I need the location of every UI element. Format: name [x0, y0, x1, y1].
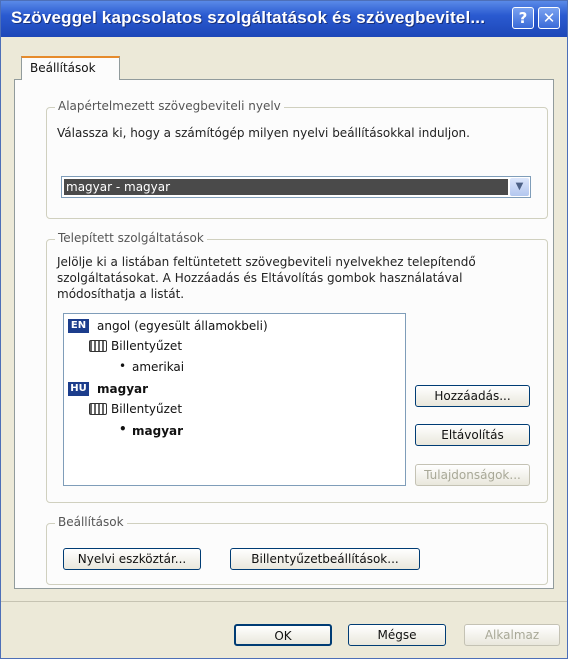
tree-item-hungarian[interactable]: magyar	[97, 381, 148, 397]
language-bar-button[interactable]: Nyelvi eszköztár...	[63, 548, 201, 570]
installed-line-2: szolgáltatásokat. A Hozzáadás és Eltávol…	[57, 271, 463, 285]
key-settings-button[interactable]: Billentyűzetbeállítások...	[230, 548, 420, 570]
installed-services-legend: Telepített szolgáltatások	[55, 231, 207, 245]
tab-settings-label: Beállítások	[30, 61, 96, 75]
footer-divider	[1, 601, 567, 602]
apply-button[interactable]: Alkalmaz	[464, 624, 560, 646]
title-bar[interactable]: Szöveggel kapcsolatos szolgáltatások és …	[1, 1, 567, 37]
window-title: Szöveggel kapcsolatos szolgáltatások és …	[11, 8, 486, 27]
tree-item-english-keyboard[interactable]: Billentyűzet	[111, 338, 182, 354]
tree-item-hungarian-keyboard[interactable]: Billentyűzet	[111, 401, 182, 417]
settings-legend: Beállítások	[55, 515, 127, 529]
properties-button[interactable]: Tulajdonságok...	[415, 464, 530, 486]
tab-settings[interactable]: Beállítások	[21, 56, 120, 80]
chevron-down-icon[interactable]: ▼	[510, 178, 529, 196]
installed-line-3: módosíthatja a listát.	[57, 287, 185, 301]
tree-item-english-layout[interactable]: amerikai	[132, 359, 184, 375]
default-language-select[interactable]: magyar - magyar ▼	[61, 176, 531, 198]
cancel-button[interactable]: Mégse	[348, 624, 446, 646]
default-language-group: Alapértelmezett szövegbeviteli nyelv	[46, 99, 548, 219]
default-language-selected: magyar - magyar	[64, 179, 508, 195]
bullet-icon: •	[119, 359, 127, 373]
tree-item-hungarian-layout[interactable]: magyar	[132, 423, 183, 439]
close-button[interactable]: ✕	[538, 7, 560, 29]
default-language-legend: Alapértelmezett szövegbeviteli nyelv	[55, 99, 284, 113]
language-badge-icon: EN	[68, 319, 89, 333]
dialog-window: Szöveggel kapcsolatos szolgáltatások és …	[0, 0, 568, 659]
help-button[interactable]: ?	[512, 7, 534, 29]
remove-button[interactable]: Eltávolítás	[415, 424, 530, 446]
ok-button[interactable]: OK	[234, 624, 332, 646]
add-button[interactable]: Hozzáadás...	[415, 385, 530, 407]
tree-item-english[interactable]: angol (egyesült államokbeli)	[97, 318, 268, 334]
keyboard-icon	[89, 403, 107, 415]
language-badge-icon: HU	[68, 382, 89, 396]
installed-line-1: Jelölje ki a listában feltüntetett szöve…	[57, 255, 476, 269]
bullet-icon: •	[119, 422, 127, 436]
keyboard-icon	[89, 340, 107, 352]
installed-services-tree[interactable]: EN angol (egyesült államokbeli) Billenty…	[63, 313, 406, 486]
default-language-description: Válassza ki, hogy a számítógép milyen ny…	[57, 126, 470, 140]
